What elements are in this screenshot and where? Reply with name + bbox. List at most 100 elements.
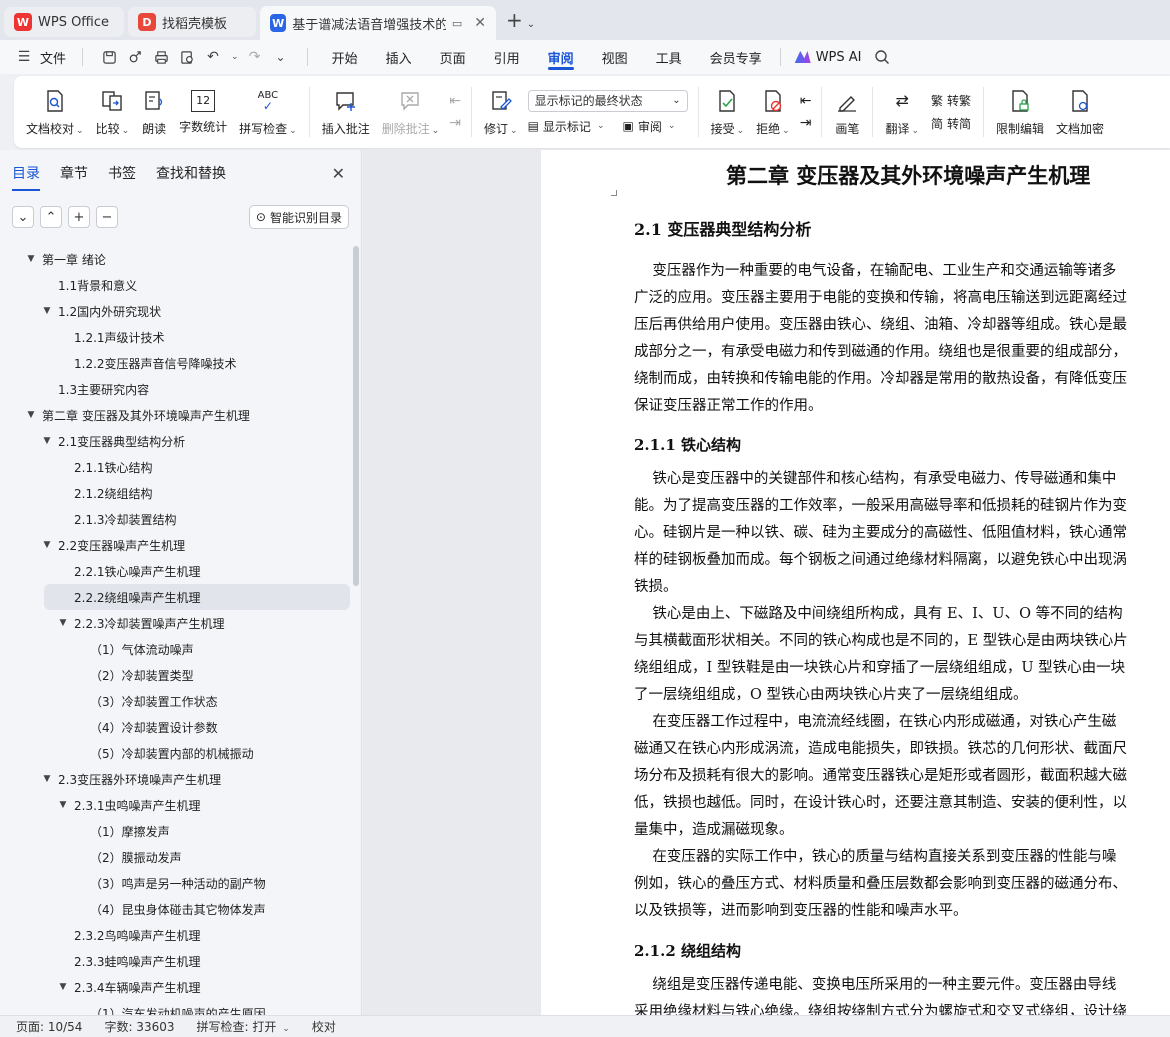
toc-item[interactable]: 2.1.2绕组结构 (0, 480, 352, 506)
compare-button[interactable]: 比较 ⌄ (90, 82, 136, 142)
menu-member[interactable]: 会员专享 (696, 40, 776, 74)
toc-item[interactable]: 1.1背景和意义 (0, 272, 352, 298)
nav-tab-toc[interactable]: 目录 (12, 163, 40, 191)
word-count-indicator[interactable]: 字数: 33603 (104, 1018, 174, 1035)
revise-button[interactable]: 修订 ⌄ (478, 82, 524, 142)
accept-button[interactable]: 接受 ⌄ (705, 82, 751, 142)
toc-item[interactable]: （3）鸣声是另一种活动的副产物 (0, 870, 352, 896)
print-icon[interactable] (151, 47, 171, 67)
nav-tab-bookmarks[interactable]: 书签 (108, 163, 136, 183)
to-traditional-button[interactable]: 繁 转繁 (931, 92, 971, 109)
toc-item[interactable]: 2.2.1铁心噪声产生机理 (0, 558, 352, 584)
expand-triangle-icon[interactable]: ▼ (40, 306, 54, 316)
print-preview-icon[interactable] (177, 47, 197, 67)
toc-item[interactable]: （5）冷却装置内部的机械振动 (0, 740, 352, 766)
minus-icon[interactable]: − (96, 206, 118, 228)
toc-item[interactable]: 2.1.3冷却装置结构 (0, 506, 352, 532)
delete-comment-button[interactable]: 删除批注 ⌄ (376, 82, 446, 142)
chevron-down-icon[interactable]: ⌄ (12, 206, 34, 228)
scrollbar[interactable] (353, 246, 359, 586)
toc-item[interactable]: （1）摩擦发声 (0, 818, 352, 844)
toc-item[interactable]: ▼ 2.2.3冷却装置噪声产生机理 (0, 610, 352, 636)
menu-page[interactable]: 页面 (426, 40, 480, 74)
insert-comment-button[interactable]: 插入批注 (316, 82, 376, 142)
doc-check-button[interactable]: 文档校对 ⌄ (20, 82, 90, 142)
window-icon[interactable]: ▭ (452, 17, 462, 30)
doc-encrypt-button[interactable]: 文档加密 (1050, 82, 1110, 142)
next-change-icon[interactable]: ⇥ (800, 115, 812, 131)
hamburger-icon[interactable]: ☰ (14, 47, 34, 67)
menu-home[interactable]: 开始 (318, 40, 372, 74)
next-comment-icon[interactable]: ⇥ (449, 115, 461, 131)
toc-item[interactable]: ▼ 2.1变压器典型结构分析 (0, 428, 352, 454)
nav-tab-sections[interactable]: 章节 (60, 163, 88, 183)
close-icon[interactable]: ✕ (332, 164, 345, 183)
toc-item[interactable]: ▼ 1.2国内外研究现状 (0, 298, 352, 324)
toc-item[interactable]: 1.2.1声级计技术 (0, 324, 352, 350)
expand-triangle-icon[interactable]: ▼ (24, 410, 38, 420)
nav-tab-find-replace[interactable]: 查找和替换 (156, 163, 226, 183)
new-tab-icon[interactable]: + (506, 8, 523, 32)
toc-item[interactable]: ▼ 第二章 变压器及其外环境噪声产生机理 (0, 402, 352, 428)
spell-check-button[interactable]: ABC ✓ 拼写检查 ⌄ (233, 82, 303, 142)
reject-button[interactable]: 拒绝 ⌄ (750, 82, 796, 142)
save-icon[interactable] (99, 47, 119, 67)
expand-triangle-icon[interactable]: ▼ (24, 254, 38, 264)
to-simplified-button[interactable]: 简 转简 (931, 115, 971, 132)
tab-docer-templates[interactable]: D 找稻壳模板 (128, 7, 256, 37)
menu-view[interactable]: 视图 (588, 40, 642, 74)
wps-ai-button[interactable]: WPS AI (785, 50, 872, 65)
menu-references[interactable]: 引用 (480, 40, 534, 74)
expand-triangle-icon[interactable]: ▼ (40, 436, 54, 446)
menu-insert[interactable]: 插入 (372, 40, 426, 74)
toc-item[interactable]: 2.3.2鸟鸣噪声产生机理 (0, 922, 352, 948)
toc-item[interactable]: ▼ 2.3.1虫鸣噪声产生机理 (0, 792, 352, 818)
previous-change-icon[interactable]: ⇤ (800, 93, 812, 109)
menu-review[interactable]: 审阅 (534, 40, 588, 74)
document-page[interactable]: 第二章 变压器及其外环境噪声产生机理 2.1 变压器典型结构分析 变压器作为一种… (541, 150, 1170, 1015)
toc-item[interactable]: ▼ 2.2变压器噪声产生机理 (0, 532, 352, 558)
file-menu[interactable]: 文件 (40, 48, 66, 67)
toc-item[interactable]: 1.3主要研究内容 (0, 376, 352, 402)
redo-icon[interactable]: ↷ (245, 47, 265, 67)
word-count-button[interactable]: 12 字数统计 (173, 82, 233, 142)
toc-item[interactable]: （2）冷却装置类型 (0, 662, 352, 688)
review-pane-button[interactable]: 审阅 (638, 118, 662, 135)
export-icon[interactable] (125, 47, 145, 67)
show-markup-button[interactable]: 显示标记 (543, 118, 591, 135)
toc-item[interactable]: ▼ 2.3变压器外环境噪声产生机理 (0, 766, 352, 792)
close-icon[interactable]: ✕ (474, 15, 486, 31)
proofread-status[interactable]: 校对 (312, 1018, 336, 1035)
toc-item[interactable]: ▼ 第一章 绪论 (0, 246, 352, 272)
chevron-down-icon[interactable]: ⌄ (668, 121, 676, 131)
chevron-down-icon[interactable]: ⌄ (527, 19, 535, 30)
undo-icon[interactable]: ↶ (203, 47, 223, 67)
toc-item[interactable]: 2.2.2绕组噪声产生机理 (44, 584, 350, 610)
expand-triangle-icon[interactable]: ▼ (56, 982, 70, 992)
previous-comment-icon[interactable]: ⇤ (449, 93, 461, 109)
menu-tools[interactable]: 工具 (642, 40, 696, 74)
toc-item[interactable]: （2）膜振动发声 (0, 844, 352, 870)
page-indicator[interactable]: 页面: 10/54 (16, 1018, 82, 1035)
toc-item[interactable]: ▼ 2.3.4车辆噪声产生机理 (0, 974, 352, 1000)
toc-item[interactable]: （4）冷却装置设计参数 (0, 714, 352, 740)
chevron-down-icon[interactable]: ⌄ (231, 52, 239, 62)
chevron-down-icon[interactable]: ⌄ (597, 121, 605, 131)
toc-item[interactable]: （4）昆虫身体碰击其它物体发声 (0, 896, 352, 922)
toc-item[interactable]: （3）冷却装置工作状态 (0, 688, 352, 714)
tab-wps-office[interactable]: W WPS Office (4, 7, 124, 37)
smart-toc-button[interactable]: ⊙ 智能识别目录 (248, 205, 349, 229)
restrict-edit-button[interactable]: 限制编辑 (990, 82, 1050, 142)
expand-triangle-icon[interactable]: ▼ (40, 774, 54, 784)
search-icon[interactable] (872, 47, 892, 67)
toc-item[interactable]: 1.2.2变压器声音信号降噪技术 (0, 350, 352, 376)
toc-item[interactable]: （1）气体流动噪声 (0, 636, 352, 662)
plus-icon[interactable]: + (68, 206, 90, 228)
expand-triangle-icon[interactable]: ▼ (56, 800, 70, 810)
translate-button[interactable]: ⇄ 翻译 ⌄ (879, 82, 925, 142)
toc-item[interactable]: 2.3.3蛙鸣噪声产生机理 (0, 948, 352, 974)
chevron-up-icon[interactable]: ⌃ (40, 206, 62, 228)
tab-document[interactable]: W 基于谱减法语音增强技术的变 ▭ ✕ (260, 6, 496, 40)
toc-item[interactable]: （1）汽车发动机噪声的产生原因 (0, 1000, 352, 1017)
spell-check-status[interactable]: 拼写检查: 打开 ⌄ (197, 1018, 290, 1035)
